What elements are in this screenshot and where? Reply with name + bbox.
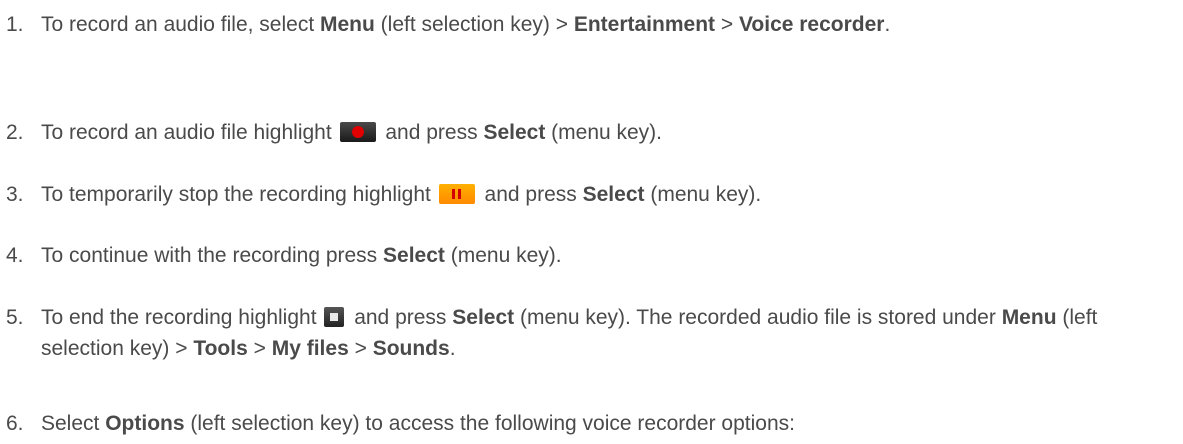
step-number: 1. [6, 13, 24, 36]
step-number: 2. [6, 121, 24, 144]
step-number: 5. [6, 306, 24, 329]
step-number: 6. [6, 412, 24, 435]
pause-icon [438, 184, 475, 204]
record-icon [339, 122, 376, 142]
step-number: 4. [6, 244, 24, 267]
step-text: To temporarily stop the recording highli… [41, 183, 762, 206]
stop-icon [324, 307, 345, 327]
step-text: To record an audio file, select Menu (le… [41, 13, 891, 36]
step-text: Select Options (left selection key) to a… [41, 412, 795, 435]
step-text: To continue with the recording press Sel… [41, 244, 562, 267]
step-text: To end the recording highlight and press… [41, 306, 1098, 360]
step-text: To record an audio file highlight and pr… [41, 121, 663, 144]
step-number: 3. [6, 183, 24, 206]
